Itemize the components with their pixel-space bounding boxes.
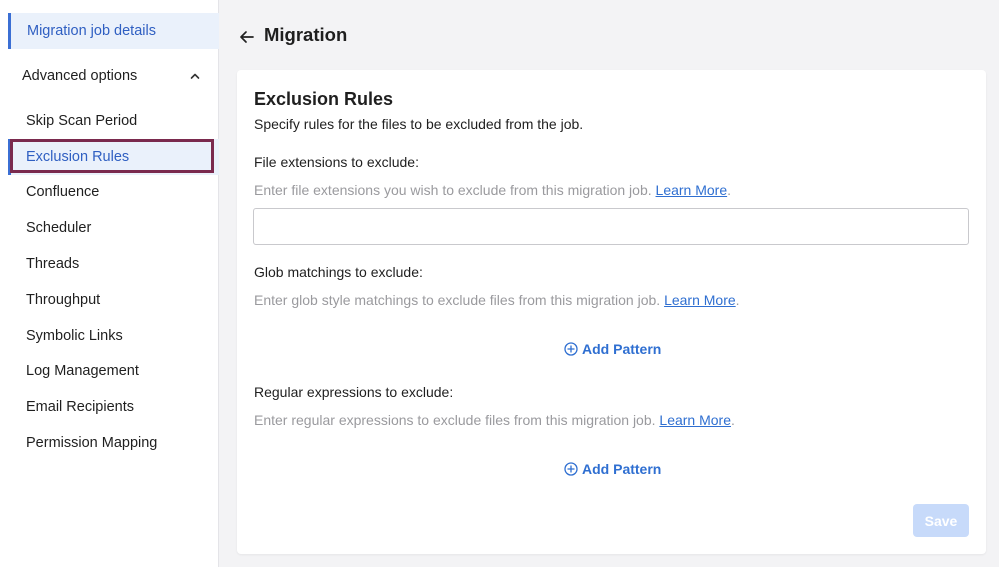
file-extensions-learn-more-link[interactable]: Learn More	[656, 182, 728, 198]
sidebar-item-label: Threads	[26, 256, 80, 273]
regex-label: Regular expressions to exclude:	[254, 384, 454, 400]
sidebar-item-label: Migration job details	[27, 23, 156, 39]
regex-add-pattern-button[interactable]: Add Pattern	[564, 461, 661, 477]
glob-matchings-help: Enter glob style matchings to exclude fi…	[254, 292, 740, 308]
regex-learn-more-link[interactable]: Learn More	[659, 412, 731, 428]
file-extensions-help: Enter file extensions you wish to exclud…	[254, 182, 731, 198]
glob-matchings-learn-more-link[interactable]: Learn More	[664, 292, 736, 308]
period: .	[735, 292, 740, 308]
sidebar-item-label: Email Recipients	[26, 399, 134, 416]
file-extensions-input[interactable]	[253, 208, 969, 245]
sidebar-section-advanced-options[interactable]: Advanced options	[22, 64, 202, 88]
exclusion-rules-card: Exclusion Rules Specify rules for the fi…	[237, 70, 986, 554]
help-text: Enter glob style matchings to exclude fi…	[254, 292, 661, 308]
plus-circle-icon	[564, 342, 578, 356]
sidebar-item-label: Confluence	[26, 184, 100, 201]
glob-matchings-label: Glob matchings to exclude:	[254, 264, 423, 280]
add-pattern-label: Add Pattern	[582, 461, 662, 477]
card-subtitle: Specify rules for the files to be exclud…	[254, 116, 584, 132]
sidebar-item-log-management[interactable]: Log Management	[8, 354, 219, 390]
regex-help: Enter regular expressions to exclude fil…	[254, 412, 735, 428]
sidebar-item-label: Throughput	[26, 291, 101, 308]
file-extensions-label: File extensions to exclude:	[254, 154, 419, 170]
glob-add-pattern-button[interactable]: Add Pattern	[564, 341, 661, 357]
sidebar-item-label: Scheduler	[26, 220, 92, 237]
sidebar-item-confluence[interactable]: Confluence	[8, 175, 219, 211]
chevron-up-icon	[188, 69, 202, 83]
card-title: Exclusion Rules	[254, 89, 394, 109]
period: .	[731, 412, 735, 428]
sidebar-section-label: Advanced options	[22, 68, 138, 84]
sidebar-item-label: Log Management	[26, 363, 139, 380]
advanced-options-list: Skip Scan Period Exclusion Rules Conflue…	[8, 103, 219, 461]
sidebar-item-permission-mapping[interactable]: Permission Mapping	[8, 425, 219, 461]
sidebar-item-email-recipients[interactable]: Email Recipients	[8, 389, 219, 425]
sidebar-item-symbolic-links[interactable]: Symbolic Links	[8, 318, 219, 354]
sidebar: Migration job details Advanced options S…	[0, 0, 219, 567]
help-text: Enter regular expressions to exclude fil…	[254, 412, 656, 428]
sidebar-item-throughput[interactable]: Throughput	[8, 282, 219, 318]
back-arrow-icon[interactable]	[238, 28, 256, 46]
sidebar-item-label: Exclusion Rules	[26, 148, 130, 165]
sidebar-item-exclusion-rules[interactable]: Exclusion Rules	[8, 138, 219, 175]
save-button[interactable]: Save	[913, 504, 969, 537]
sidebar-item-label: Permission Mapping	[26, 435, 158, 452]
page-title: Migration	[264, 24, 348, 45]
sidebar-item-migration-job-details[interactable]: Migration job details	[8, 13, 219, 49]
sidebar-item-label: Skip Scan Period	[26, 112, 138, 129]
sidebar-item-threads[interactable]: Threads	[8, 246, 219, 282]
sidebar-item-label: Symbolic Links	[26, 327, 123, 344]
sidebar-item-scheduler[interactable]: Scheduler	[8, 210, 219, 246]
help-text: Enter file extensions you wish to exclud…	[254, 182, 652, 198]
period: .	[727, 182, 732, 198]
add-pattern-label: Add Pattern	[582, 341, 662, 357]
sidebar-item-skip-scan-period[interactable]: Skip Scan Period	[8, 103, 219, 139]
plus-circle-icon	[564, 462, 578, 476]
